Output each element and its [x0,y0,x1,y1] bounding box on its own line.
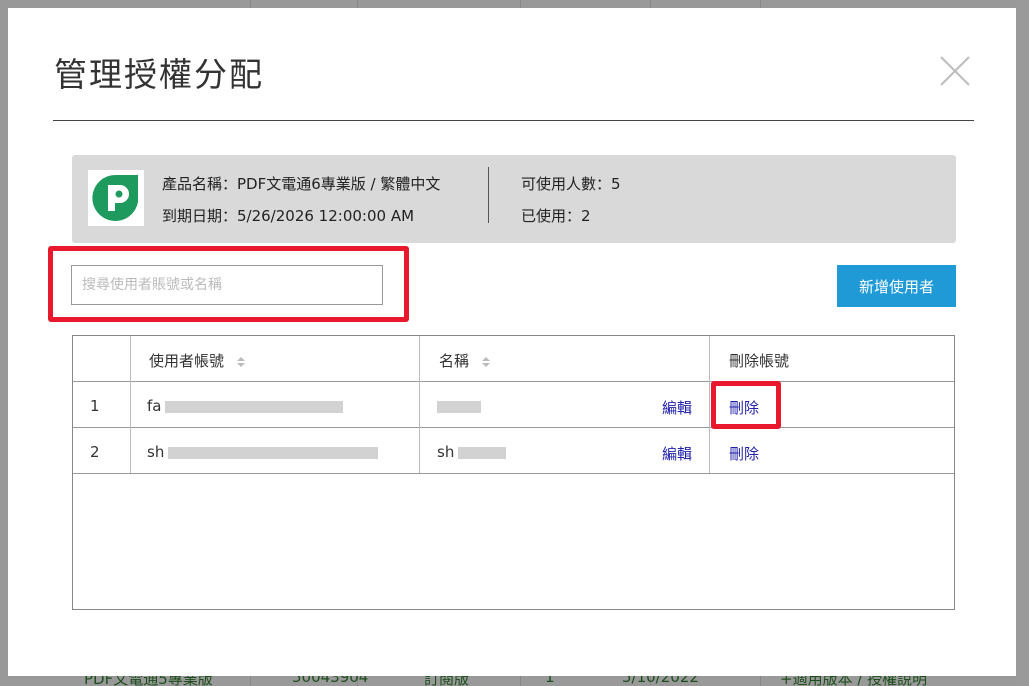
edit-button[interactable]: 編輯 [662,443,692,464]
redacted-text [165,400,344,413]
redacted-text [437,400,481,413]
dialog-title: 管理授權分配 [54,55,264,94]
available-seats: 可使用人數：5 [521,175,621,193]
row-account: sh [147,443,379,461]
row-name-text: sh [437,443,455,461]
pdf-r-logo-icon [92,174,138,221]
sort-updown-icon[interactable] [480,355,492,369]
column-divider [130,336,131,473]
column-divider [709,336,710,473]
user-table: 使用者帳號 名稱 刪除帳號 1 fa 編輯 刪除 2 sh sh 編輯 刪除 [72,335,955,610]
sort-updown-icon[interactable] [235,355,247,369]
header-name-label: 名稱 [439,352,470,370]
delete-highlight-annotation [711,381,781,429]
row-index: 1 [90,397,100,415]
title-divider [53,120,974,121]
table-divider [73,473,954,474]
info-divider [488,167,489,223]
row-account-text: sh [147,443,165,461]
close-x-icon [940,56,970,86]
row-name: sh [437,443,507,461]
table-divider [73,427,954,428]
table-divider [73,381,954,382]
product-info-panel: 產品名稱：PDF文電通6專業版 / 繁體中文 到期日期：5/26/2026 12… [72,155,956,243]
row-account-text: fa [147,397,162,415]
edit-button[interactable]: 編輯 [662,397,692,418]
delete-button[interactable]: 刪除 [729,443,759,464]
column-divider [419,336,420,473]
row-account: fa [147,397,344,415]
header-account-label: 使用者帳號 [149,352,225,370]
redacted-text [168,446,379,459]
expiry-date: 到期日期：5/26/2026 12:00:00 AM [162,207,415,225]
close-button[interactable] [936,52,974,90]
add-user-button[interactable]: 新增使用者 [837,265,956,307]
product-logo [88,170,144,226]
row-name [437,397,481,415]
product-name: 產品名稱：PDF文電通6專業版 / 繁體中文 [162,175,441,193]
search-highlight-annotation [48,246,409,322]
used-seats: 已使用：2 [521,207,591,225]
header-account[interactable]: 使用者帳號 [149,350,247,371]
redacted-text [458,446,507,459]
header-name[interactable]: 名稱 [439,350,492,371]
manage-license-dialog: 管理授權分配 產品名稱：PDF文電通6專業版 / 繁體中文 到期日期：5/26/… [8,8,1016,676]
row-index: 2 [90,443,100,461]
header-delete: 刪除帳號 [729,352,790,370]
